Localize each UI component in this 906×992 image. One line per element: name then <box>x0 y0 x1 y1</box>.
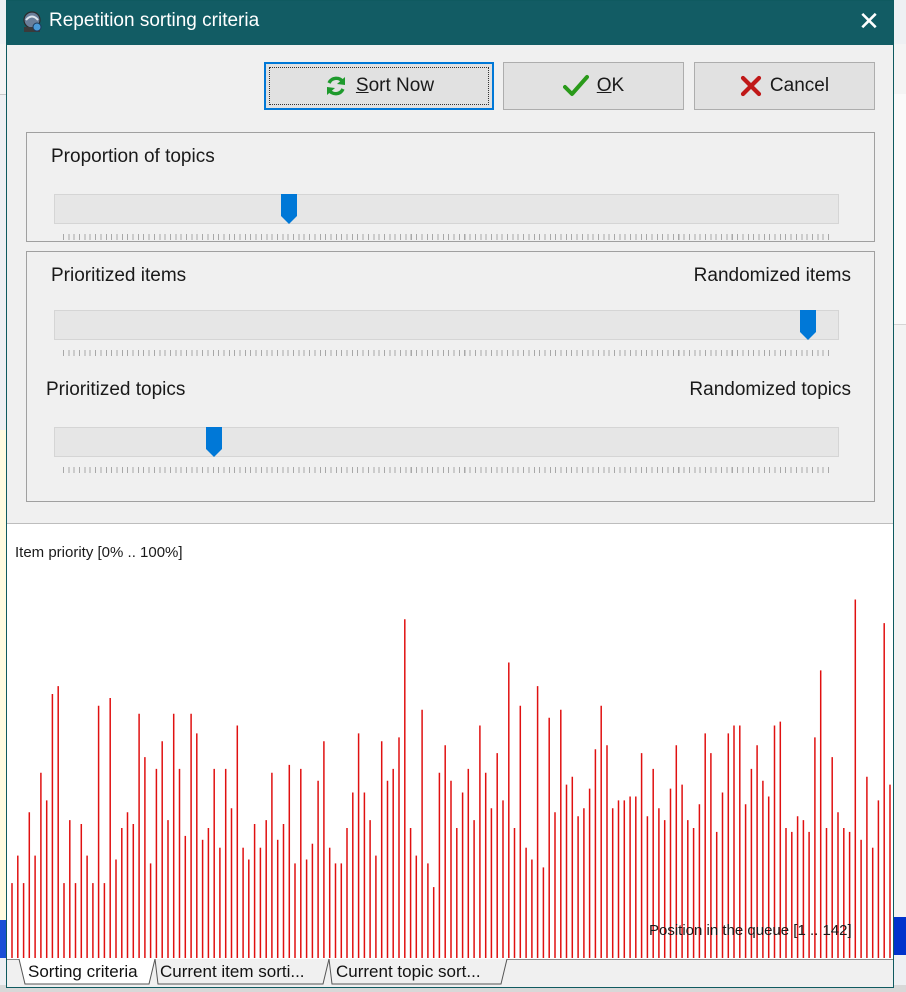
chart-bars <box>11 599 891 958</box>
background-right-lower-panel <box>893 324 906 921</box>
prioritized-items-label: Prioritized items <box>51 265 187 286</box>
tab-label: Sorting criteria <box>28 962 138 981</box>
chart-y-axis-label: Item priority [0% .. 100%] <box>15 544 183 561</box>
cancel-label: Cancel <box>769 75 830 96</box>
tab-label: Current topic sort... <box>336 962 481 981</box>
background-right-panel <box>893 94 906 324</box>
items-randomization-slider[interactable] <box>54 310 839 340</box>
ok-button[interactable]: OK <box>503 62 684 110</box>
items-randomization-slider-ticks <box>63 350 831 356</box>
close-button[interactable]: ✕ <box>853 7 885 39</box>
sort-now-button[interactable]: Sort Now <box>264 62 494 110</box>
randomization-group: Prioritized items Randomized items Prior… <box>26 251 875 502</box>
topics-proportion-group: Proportion of topics <box>26 132 875 242</box>
tab-bar: Sorting criteria Current item sorti... C… <box>7 959 893 987</box>
proportion-of-topics-label: Proportion of topics <box>51 146 215 167</box>
tab-sorting-criteria[interactable]: Sorting criteria <box>28 959 150 985</box>
background-selection-highlight <box>893 917 906 955</box>
dialog-title-bar[interactable]: Repetition sorting criteria ✕ <box>7 1 893 45</box>
close-icon: ✕ <box>858 7 880 37</box>
x-icon <box>740 75 762 97</box>
prioritized-topics-label: Prioritized topics <box>46 379 186 400</box>
checkmark-icon <box>562 75 589 96</box>
ok-label: OK <box>596 75 625 96</box>
repetition-sorting-dialog: Repetition sorting criteria ✕ Sort Now O… <box>6 0 894 988</box>
tab-label: Current item sorti... <box>160 962 305 981</box>
topics-randomization-slider[interactable] <box>54 427 839 457</box>
topics-randomization-slider-thumb[interactable] <box>206 427 223 457</box>
items-randomization-slider-thumb[interactable] <box>799 310 816 340</box>
cancel-button[interactable]: Cancel <box>694 62 875 110</box>
item-priority-chart: Item priority [0% .. 100%] Position in t… <box>7 523 893 960</box>
chart-x-axis-label: Position in the queue [1 .. 142] <box>649 922 852 939</box>
proportion-of-topics-slider-thumb[interactable] <box>280 194 297 224</box>
app-icon <box>23 11 42 32</box>
tab-current-item-sorting[interactable]: Current item sorti... <box>160 959 324 985</box>
tab-current-topic-sorting[interactable]: Current topic sort... <box>336 959 504 985</box>
topics-randomization-slider-ticks <box>63 467 831 473</box>
proportion-of-topics-slider-ticks <box>63 234 831 240</box>
proportion-of-topics-slider[interactable] <box>54 194 839 224</box>
randomized-topics-label: Randomized topics <box>689 379 851 400</box>
randomized-items-label: Randomized items <box>693 265 851 286</box>
dialog-title: Repetition sorting criteria <box>49 10 260 31</box>
focus-rectangle <box>269 67 489 105</box>
